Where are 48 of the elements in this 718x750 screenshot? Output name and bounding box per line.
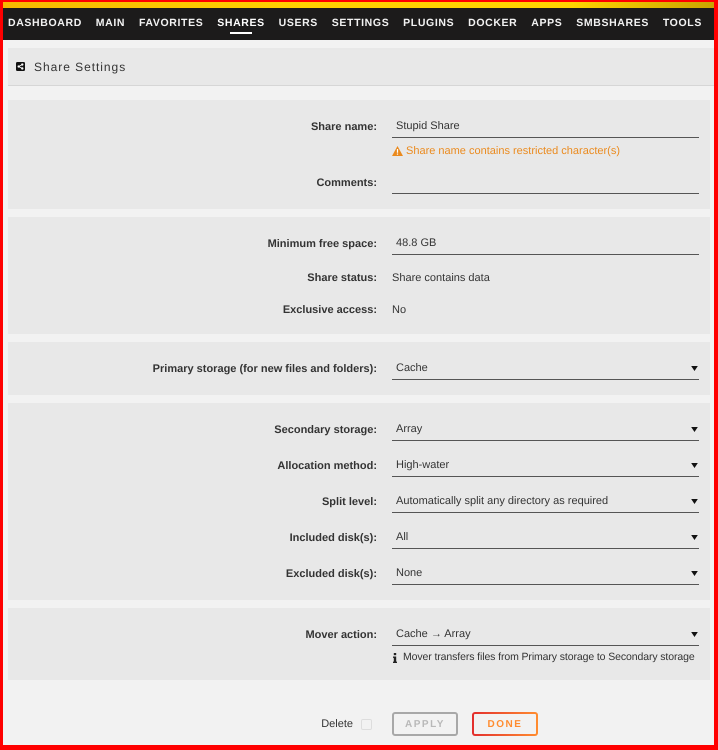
input-field[interactable]: 48.8 GB: [392, 233, 699, 255]
caret-down-icon: [691, 535, 698, 540]
select-field[interactable]: Cache → Array: [392, 624, 699, 646]
field-label: Share name:: [310, 120, 377, 135]
nav-tab[interactable]: SHARES: [217, 8, 265, 40]
field-label: Allocation method:: [277, 458, 377, 474]
nav-tab[interactable]: DOCKER: [468, 8, 518, 40]
nav-tab[interactable]: APPS: [531, 8, 562, 40]
field-label: Mover action:: [305, 628, 377, 643]
warning-message: Share name contains restricted character(s): [406, 144, 620, 159]
field-label: Minimum free space:: [268, 236, 377, 252]
field-value: Share contains data: [392, 270, 490, 286]
warning-icon: [392, 146, 403, 156]
nav-tab[interactable]: DASHBOARD: [8, 8, 82, 40]
nav-tab[interactable]: USERS: [278, 8, 318, 40]
field-label: Secondary storage:: [274, 422, 377, 438]
field-label: Split level:: [322, 494, 377, 510]
caret-down-icon: [691, 499, 698, 504]
field-label: Share status:: [307, 270, 377, 286]
select-field[interactable]: Cache: [392, 358, 699, 380]
select-field[interactable]: None: [392, 563, 699, 585]
nav-tab[interactable]: SETTINGS: [332, 8, 390, 40]
nav-tab[interactable]: SMBSHARES: [576, 8, 649, 40]
caret-down-icon: [691, 571, 698, 576]
field-label: Primary storage (for new files and folders):: [152, 362, 377, 377]
nav-tab[interactable]: TOOLS: [662, 8, 702, 40]
nav-tab[interactable]: FAVORITES: [138, 8, 204, 40]
info-message: Mover transfers files from Primary storage to Secondary storage: [403, 650, 695, 666]
select-field[interactable]: High-water: [392, 455, 699, 477]
select-field[interactable]: Array: [392, 419, 699, 441]
caret-down-icon: [691, 632, 698, 637]
share-icon: [16, 62, 25, 71]
caret-down-icon: [691, 427, 698, 432]
field-label: Comments:: [316, 176, 377, 191]
select-field[interactable]: All: [392, 527, 699, 549]
caret-down-icon: [691, 366, 698, 371]
delete-label: Delete: [321, 716, 353, 732]
select-field[interactable]: Automatically split any directory as required: [392, 491, 699, 513]
info-icon: [393, 653, 397, 663]
page-title: Share Settings: [34, 58, 126, 76]
field-value: No: [392, 302, 406, 318]
input-field[interactable]: Stupid Share: [392, 116, 699, 138]
field-label: Exclusive access:: [282, 302, 377, 318]
field-label: Included disk(s):: [290, 530, 377, 546]
field-label: Excluded disk(s):: [286, 566, 377, 582]
caret-down-icon: [691, 463, 698, 468]
nav-tab[interactable]: MAIN: [96, 8, 126, 40]
nav-tab[interactable]: PLUGINS: [403, 8, 454, 40]
